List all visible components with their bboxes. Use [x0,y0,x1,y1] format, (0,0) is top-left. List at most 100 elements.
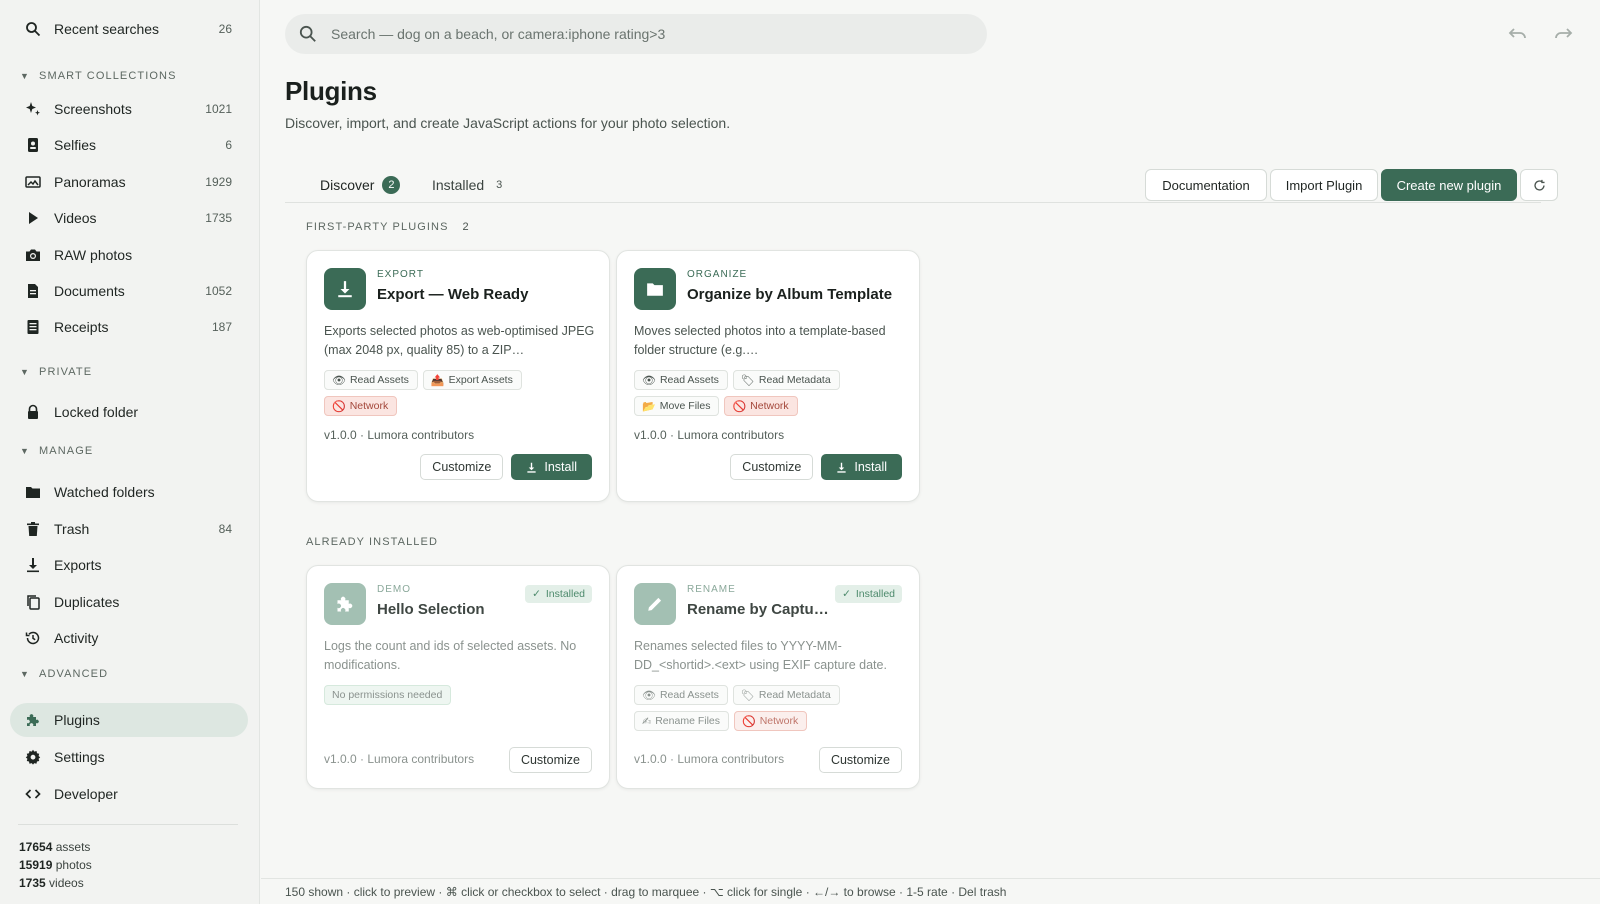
tag-icon: 🏷 [740,374,755,387]
plugin-card-rename: RENAME Rename by Captu… ✓ Installed Renam… [616,565,920,789]
eye-icon: 👁 [332,374,346,387]
tab-installed[interactable]: Installed 3 [432,170,502,200]
customize-button[interactable]: Customize [818,747,902,773]
plugin-card-export: EXPORT Export — Web Ready Exports select… [306,250,610,502]
plugin-category: EXPORT [377,269,424,280]
puzzle-icon [24,711,42,729]
plugin-card-hello-selection: DEMO Hello Selection ✓ Installed Logs the… [306,565,610,789]
trash-icon [24,520,42,538]
customize-button[interactable]: Customize [730,454,814,480]
section-smart-collections[interactable]: ▼ SMART COLLECTIONS [20,68,177,84]
document-icon [24,282,42,300]
search-icon [24,20,42,38]
sidebar-item-locked-folder[interactable]: Locked folder [10,395,248,429]
install-button[interactable]: Install [821,454,902,480]
sidebar-item-watched-folders[interactable]: Watched folders [10,475,248,509]
library-stats: 17654 assets 15919 photos 1735 videos [19,838,92,892]
code-icon [24,785,42,803]
sidebar-item-activity[interactable]: Activity [10,621,248,655]
sidebar-item-screenshots[interactable]: Screenshots 1021 [10,92,248,126]
plugin-name: Export — Web Ready [377,286,529,303]
plugin-category: ORGANIZE [687,269,748,280]
folder-icon [634,268,676,310]
stat-assets: 17654 assets [19,840,91,854]
tab-badge: 2 [382,176,401,194]
plugin-name: Rename by Captu… [687,601,829,618]
search-input[interactable] [331,26,951,42]
plugin-description: Exports selected photos as web-optimised… [324,324,595,357]
sidebar-item-plugins[interactable]: Plugins [10,703,248,737]
plugin-meta: v1.0.0 · Lumora contributors [324,752,475,766]
search-bar[interactable] [285,14,987,54]
check-icon: ✓ [532,588,541,600]
permission-tag: 📤 Export Assets [422,370,522,390]
section-label: SMART COLLECTIONS [39,70,177,82]
sidebar-item-duplicates[interactable]: Duplicates [10,585,248,619]
permission-tag: ✍ Rename Files [634,711,729,731]
redo-button[interactable] [1552,24,1574,44]
customize-button[interactable]: Customize [420,454,504,480]
refresh-button[interactable] [1520,169,1558,201]
sidebar-item-raw-photos[interactable]: RAW photos [10,238,248,272]
sidebar-item-recent-searches[interactable]: Recent searches 26 [10,12,248,46]
permission-list: No permissions needed [324,685,599,705]
plugin-actions: Customize [818,747,902,773]
sidebar-item-label: Locked folder [54,404,139,420]
permission-tag: 📂 Move Files [634,396,720,416]
pencil-icon [634,583,676,625]
sidebar-item-label: Receipts [54,319,109,335]
documentation-button[interactable]: Documentation [1145,169,1267,201]
chevron-down-icon: ▼ [20,71,31,81]
tab-label: Discover [320,177,375,193]
section-manage[interactable]: ▼ MANAGE [20,443,93,459]
sidebar-item-count: 1052 [205,284,232,298]
permission-tag-danger: 🚫 Network [734,711,808,731]
sidebar-item-settings[interactable]: Settings [10,740,248,774]
create-plugin-button[interactable]: Create new plugin [1381,169,1517,201]
sidebar-item-developer[interactable]: Developer [10,777,248,811]
refresh-icon [1533,179,1545,191]
panorama-icon [24,173,42,191]
sidebar-item-trash[interactable]: Trash 84 [10,512,248,546]
plugin-meta: v1.0.0 · Lumora contributors [324,428,475,442]
tab-count: 3 [496,179,503,191]
redo-icon [1555,28,1573,39]
sidebar-item-videos[interactable]: Videos 1735 [10,201,248,235]
chevron-down-icon: ▼ [20,669,31,679]
undo-button[interactable] [1507,24,1529,44]
sparkle-icon [24,100,42,118]
plugin-actions: Customize [508,747,592,773]
pencil-icon: ✍ [642,715,652,728]
import-plugin-button[interactable]: Import Plugin [1270,169,1378,201]
history-icon [24,629,42,647]
permission-tag: 🏷 Read Metadata [732,370,840,390]
section-private[interactable]: ▼ PRIVATE [20,364,92,380]
download-icon [526,462,537,473]
search-icon [299,24,319,44]
section-label: PRIVATE [39,366,93,378]
permission-list: 👁 Read Assets 🏷 Read Metadata ✍ Rename File… [634,685,909,731]
plugin-card-organize: ORGANIZE Organize by Album Template Move… [616,250,920,502]
sidebar-item-selfies[interactable]: Selfies 6 [10,128,248,162]
download-icon [324,268,366,310]
sidebar-item-panoramas[interactable]: Panoramas 1929 [10,165,248,199]
group-title: ALREADY INSTALLED [306,536,439,548]
customize-button[interactable]: Customize [508,747,592,773]
install-button[interactable]: Install [511,454,592,480]
permission-tag-danger: 🚫 Network [324,396,398,416]
plugin-actions: Customize Install [730,454,902,480]
sidebar-item-count: 1735 [205,211,232,225]
group-title: FIRST-PARTY PLUGINS [306,221,449,233]
section-advanced[interactable]: ▼ ADVANCED [20,666,108,682]
eye-icon: 👁 [642,689,656,702]
prohibited-icon: 🚫 [332,400,346,413]
sidebar-item-documents[interactable]: Documents 1052 [10,274,248,308]
chevron-down-icon: ▼ [20,446,31,456]
permission-tag: 🏷 Read Metadata [732,685,840,705]
stat-videos: 1735 videos [19,876,84,890]
page-subtitle: Discover, import, and create JavaScript … [285,115,731,131]
sidebar-item-receipts[interactable]: Receipts 187 [10,310,248,344]
tab-divider [285,202,1541,203]
sidebar-item-exports[interactable]: Exports [10,548,248,582]
tab-discover[interactable]: Discover 2 [320,170,401,200]
